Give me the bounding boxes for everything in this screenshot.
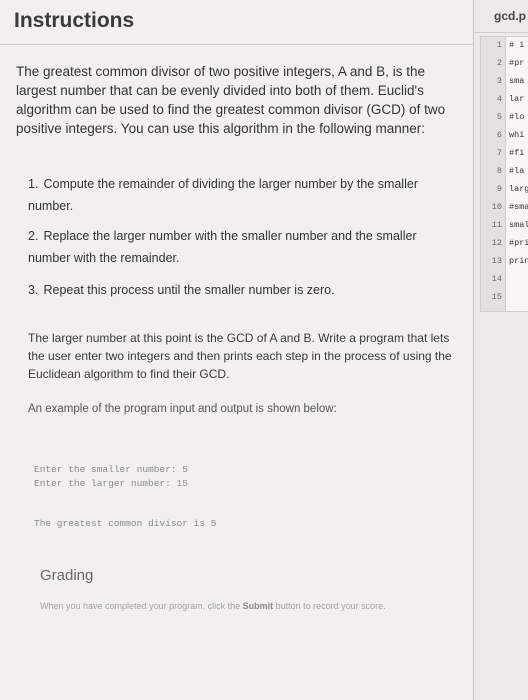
line-number: 8	[496, 166, 502, 176]
line-number: 15	[491, 292, 502, 302]
editor-tab-bar: gcd.p	[474, 0, 528, 33]
code-line[interactable]: 4 lar	[481, 91, 528, 109]
code-line[interactable]: 6 whi	[481, 127, 528, 145]
code-editor[interactable]: 1 # i 2 #pr 3 sma 4 lar 5 #lo 6 whi 7 #f…	[480, 36, 528, 312]
step-number: 1.	[28, 177, 39, 191]
line-number: 14	[491, 274, 502, 284]
step-number: 3.	[28, 283, 39, 297]
line-code: #fi	[509, 148, 525, 158]
code-line[interactable]: 7 #fi	[481, 145, 528, 163]
line-number: 10	[491, 202, 502, 212]
program-description: The larger number at this point is the G…	[28, 331, 452, 381]
step-text: Compute the remainder of dividing the la…	[28, 177, 418, 213]
line-number: 12	[491, 238, 502, 248]
file-tab[interactable]: gcd.p	[494, 9, 526, 23]
sample-output: Enter the smaller number: 5 Enter the la…	[28, 452, 458, 552]
line-code: sma	[509, 76, 525, 86]
line-code: larg	[509, 184, 528, 194]
instructions-panel: Instructions The greatest common divisor…	[0, 0, 474, 700]
line-number: 11	[491, 220, 502, 230]
line-number: 5	[496, 112, 502, 122]
intro-paragraph: The greatest common divisor of two posit…	[16, 64, 446, 136]
line-code: #lo	[509, 112, 525, 122]
code-line[interactable]: 2 #pr	[481, 55, 528, 73]
code-line[interactable]: 1 # i	[481, 37, 528, 55]
sample-line: Enter the smaller number: 5	[34, 464, 188, 475]
code-line[interactable]: 12 #pri	[481, 235, 528, 253]
line-code: #pr	[509, 58, 525, 68]
step-item: 2. Replace the larger number with the sm…	[28, 225, 458, 269]
line-code: whi	[509, 130, 525, 140]
grading-text-before: When you have completed your program, cl…	[40, 601, 243, 611]
line-code: # i	[509, 40, 525, 50]
step-text: Repeat this process until the smaller nu…	[43, 283, 335, 297]
example-intro: An example of the program input and outp…	[28, 403, 337, 415]
code-line[interactable]: 9 larg	[481, 181, 528, 199]
line-code: prin	[509, 256, 528, 266]
grading-text-after: button to record your score.	[273, 601, 386, 611]
line-number: 9	[496, 184, 502, 194]
code-line[interactable]: 3 sma	[481, 73, 528, 91]
step-item: 1. Compute the remainder of dividing the…	[28, 173, 458, 217]
line-number: 3	[496, 76, 502, 86]
sample-line: Enter the larger number: 15	[34, 478, 188, 489]
step-number: 2.	[28, 229, 39, 243]
code-line[interactable]: 15	[481, 289, 528, 307]
line-code: lar	[509, 94, 525, 104]
line-code: #pri	[509, 238, 528, 248]
code-panel: gcd.p 1 # i 2 #pr 3 sma 4 lar 5 #lo 6 wh…	[474, 0, 528, 700]
grading-heading: Grading	[40, 567, 94, 584]
instructions-header: Instructions	[0, 0, 473, 45]
line-number: 1	[496, 40, 502, 50]
line-number: 4	[496, 94, 502, 104]
code-line[interactable]: 10 #sma	[481, 199, 528, 217]
line-number: 6	[496, 130, 502, 140]
instructions-title: Instructions	[14, 9, 135, 32]
line-code: #la	[509, 166, 525, 176]
step-item: 3. Repeat this process until the smaller…	[28, 279, 458, 301]
line-number: 2	[496, 58, 502, 68]
line-code: #sma	[509, 202, 528, 212]
code-line[interactable]: 8 #la	[481, 163, 528, 181]
sample-line: The greatest common divisor is 5	[34, 518, 217, 529]
line-number: 13	[491, 256, 502, 266]
line-code: smal	[509, 220, 528, 230]
code-line[interactable]: 5 #lo	[481, 109, 528, 127]
code-line[interactable]: 13 prin	[481, 253, 528, 271]
submit-word: Submit	[242, 601, 274, 611]
line-number: 7	[496, 148, 502, 158]
grading-text: When you have completed your program, cl…	[40, 600, 440, 613]
code-line[interactable]: 11 smal	[481, 217, 528, 235]
step-text: Replace the larger number with the small…	[28, 229, 417, 265]
code-line[interactable]: 14	[481, 271, 528, 289]
